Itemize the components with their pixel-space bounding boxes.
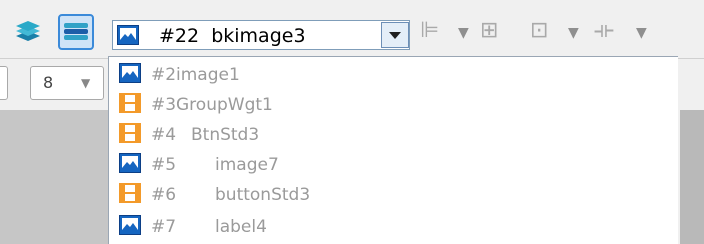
number-dropdown[interactable]: 8 ▼ bbox=[30, 66, 104, 100]
list-item[interactable]: #5 image7 bbox=[109, 149, 649, 181]
image-widget-icon bbox=[117, 25, 139, 45]
image-widget-icon bbox=[119, 215, 141, 235]
move-icon[interactable]: ⊞ bbox=[480, 16, 498, 46]
list-item[interactable]: #4 BtnStd3 bbox=[109, 119, 649, 151]
item-id: #6 bbox=[151, 185, 177, 205]
item-name: label4 bbox=[215, 217, 267, 237]
spacing-icon[interactable]: ⟛ bbox=[594, 16, 614, 46]
image-widget-icon bbox=[119, 63, 141, 83]
panel-background bbox=[0, 110, 112, 244]
widget-dropdown-list[interactable]: ▲ #2 image1 #3 GroupWgt1 #4 BtnStd3 bbox=[108, 56, 678, 244]
chevron-down-icon[interactable]: ▼ bbox=[568, 18, 579, 48]
list-item[interactable]: #6 buttonStd3 bbox=[109, 179, 649, 211]
layers-selected-button[interactable] bbox=[58, 14, 94, 50]
selected-widget-label: #22 bkimage3 bbox=[159, 21, 306, 51]
image-widget-icon bbox=[119, 153, 141, 173]
chevron-down-icon bbox=[389, 32, 401, 39]
combobox-dropdown-button[interactable] bbox=[381, 22, 409, 48]
layers-selected-icon bbox=[64, 23, 88, 40]
chevron-down-icon[interactable]: ▼ bbox=[636, 18, 647, 48]
item-name: image7 bbox=[215, 155, 279, 175]
item-id: #4 bbox=[151, 125, 177, 145]
chevron-down-icon: ▼ bbox=[81, 76, 91, 90]
item-id: #5 bbox=[151, 155, 177, 175]
item-id: #3 bbox=[151, 95, 177, 115]
list-item[interactable]: #3 GroupWgt1 bbox=[109, 89, 649, 121]
list-item[interactable]: #2 image1 bbox=[109, 59, 649, 91]
item-id: #2 bbox=[151, 65, 177, 85]
align-left-icon[interactable]: ⊫ bbox=[420, 16, 439, 46]
widget-selector-combobox[interactable]: #22 bkimage3 bbox=[112, 20, 410, 50]
chevron-down-icon[interactable]: ▼ bbox=[458, 18, 469, 48]
item-name: GroupWgt1 bbox=[176, 95, 273, 115]
item-name: buttonStd3 bbox=[215, 185, 311, 205]
distribute-icon[interactable]: ⊡ bbox=[530, 16, 548, 46]
list-item[interactable]: #7 label4 bbox=[109, 211, 649, 243]
group-widget-icon bbox=[119, 123, 141, 143]
panel-background-right bbox=[680, 110, 704, 244]
selected-widget-name: bkimage3 bbox=[211, 25, 306, 47]
item-name: BtnStd3 bbox=[191, 125, 260, 145]
item-id: #7 bbox=[151, 217, 177, 237]
layers-icon bbox=[16, 21, 40, 41]
layers-button[interactable] bbox=[10, 14, 46, 50]
group-widget-icon bbox=[119, 93, 141, 113]
group-widget-icon bbox=[119, 183, 141, 203]
property-input[interactable] bbox=[0, 66, 8, 100]
number-value: 8 bbox=[43, 73, 54, 92]
selected-widget-id: #22 bbox=[159, 25, 200, 47]
item-name: image1 bbox=[176, 65, 240, 85]
